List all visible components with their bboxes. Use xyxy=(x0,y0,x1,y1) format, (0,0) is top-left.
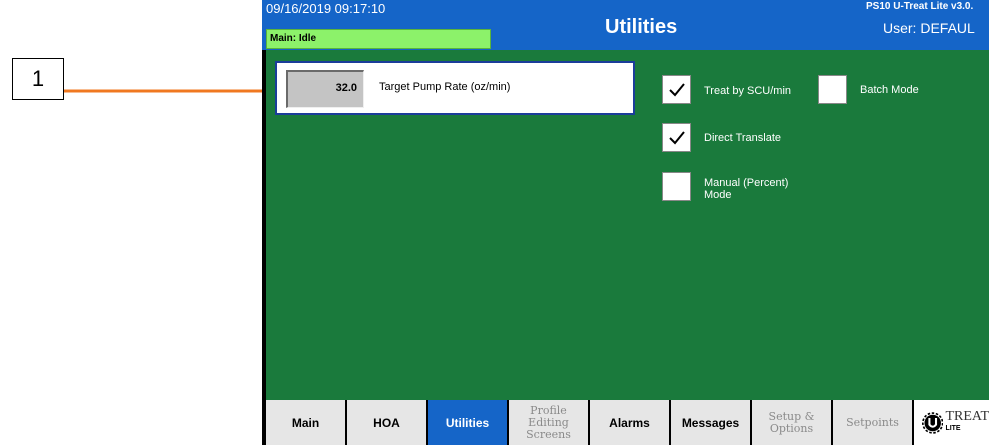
batch-mode-checkbox[interactable] xyxy=(818,75,847,104)
datetime-display: 09/16/2019 09:17:10 xyxy=(266,1,386,16)
tab-profile-editing-screens[interactable]: Profile Editing Screens xyxy=(509,400,588,445)
tab-main[interactable]: Main xyxy=(266,400,345,445)
tab-setup-options[interactable]: Setup & Options xyxy=(752,400,831,445)
target-pump-rate-label: Target Pump Rate (oz/min) xyxy=(379,81,511,93)
tab-utilities[interactable]: Utilities xyxy=(428,400,507,445)
bottom-tab-bar: Main HOA Utilities Profile Editing Scree… xyxy=(266,400,989,445)
tab-hoa[interactable]: HOA xyxy=(347,400,426,445)
tab-messages[interactable]: Messages xyxy=(671,400,750,445)
tab-alarms[interactable]: Alarms xyxy=(590,400,669,445)
direct-translate-checkbox[interactable] xyxy=(662,123,691,152)
u-treat-logo-icon xyxy=(922,411,944,434)
target-pump-rate-input[interactable]: 32.0 xyxy=(286,70,364,108)
page-title: Utilities xyxy=(605,16,678,38)
hmi-screen: 09/16/2019 09:17:10 Main: Idle Utilities… xyxy=(262,0,989,445)
utilities-panel: 32.0 Target Pump Rate (oz/min) Treat by … xyxy=(266,50,989,400)
header-bar: 09/16/2019 09:17:10 Main: Idle Utilities… xyxy=(262,0,989,50)
treat-by-scu-checkbox[interactable] xyxy=(662,75,691,104)
tab-setpoints[interactable]: Setpoints xyxy=(833,400,912,445)
callout-number: 1 xyxy=(31,66,45,91)
checkmark-icon xyxy=(668,130,685,144)
treat-by-scu-label: Treat by SCU/min xyxy=(704,85,792,97)
logo-subtext: LITE xyxy=(945,424,961,432)
user-label: User: DEFAUL xyxy=(883,20,975,36)
batch-mode-label: Batch Mode xyxy=(860,84,919,96)
callout-arrow xyxy=(64,84,284,98)
version-label: PS10 U-Treat Lite v3.0. xyxy=(866,1,974,12)
u-treat-logo: TREAT LITE xyxy=(914,400,989,445)
status-bar: Main: Idle xyxy=(266,29,491,49)
manual-percent-mode-label: Manual (Percent) Mode xyxy=(704,177,789,201)
checkmark-icon xyxy=(668,82,685,96)
manual-percent-mode-checkbox[interactable] xyxy=(662,172,691,201)
target-pump-rate-panel: 32.0 Target Pump Rate (oz/min) xyxy=(275,61,635,115)
direct-translate-label: Direct Translate xyxy=(704,132,782,144)
callout-label: 1 xyxy=(12,58,64,100)
logo-text: TREAT xyxy=(945,408,989,424)
